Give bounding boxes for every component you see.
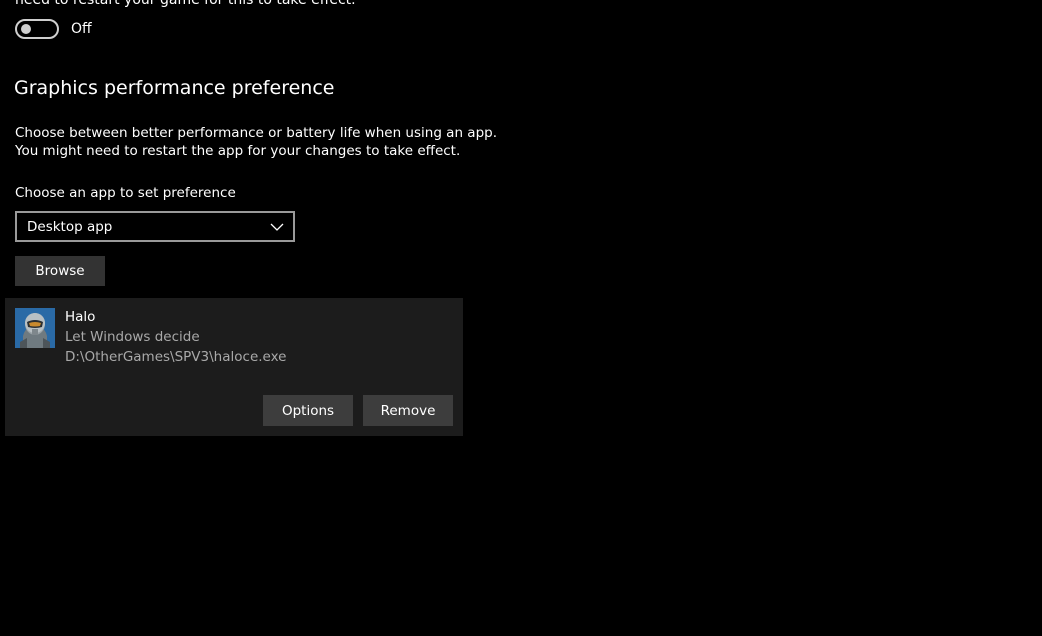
app-type-dropdown[interactable]: Desktop app — [15, 211, 295, 242]
options-button[interactable]: Options — [263, 395, 353, 426]
description-line-1: Choose between better performance or bat… — [15, 125, 498, 141]
toggle-state-label: Off — [71, 21, 92, 37]
toggle-switch[interactable] — [15, 19, 59, 39]
description-line-2: You might need to restart the app for yo… — [15, 143, 461, 159]
settings-page: need to restart your game for this to ta… — [0, 0, 1042, 636]
toggle-row: Off — [15, 19, 92, 39]
dropdown-value: Desktop app — [27, 218, 113, 235]
choose-app-label: Choose an app to set preference — [15, 185, 236, 201]
app-preference: Let Windows decide — [65, 329, 200, 345]
remove-button[interactable]: Remove — [363, 395, 453, 426]
chevron-down-icon — [270, 220, 284, 234]
app-list-item[interactable]: Halo Let Windows decide D:\OtherGames\SP… — [5, 298, 463, 436]
app-name: Halo — [65, 309, 96, 325]
section-description: Choose between better performance or bat… — [15, 124, 497, 160]
halo-app-icon — [15, 308, 55, 348]
app-path: D:\OtherGames\SPV3\haloce.exe — [65, 349, 287, 365]
partial-description: need to restart your game for this to ta… — [15, 0, 356, 8]
browse-button[interactable]: Browse — [15, 256, 105, 286]
toggle-knob — [21, 24, 31, 34]
section-title: Graphics performance preference — [14, 77, 335, 99]
